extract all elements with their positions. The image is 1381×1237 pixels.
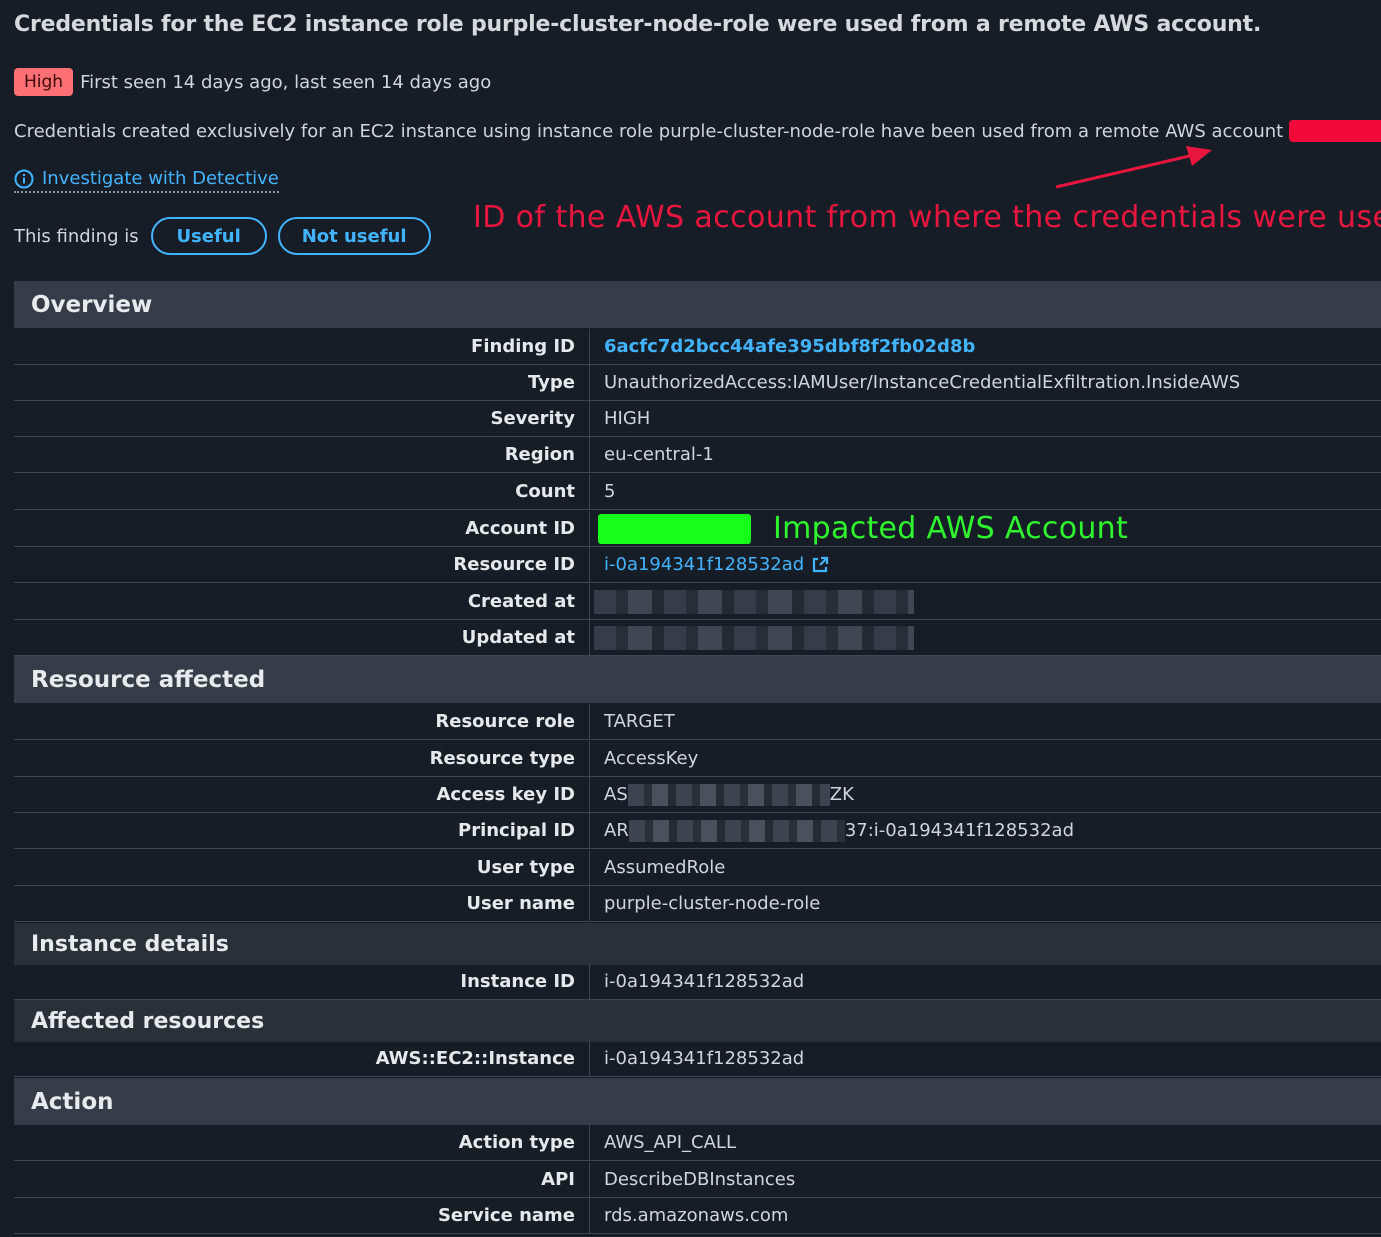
row-key: Instance ID — [14, 964, 590, 999]
severity-row: High First seen 14 days ago, last seen 1… — [14, 68, 491, 96]
principal-id-prefix: AR — [604, 820, 629, 841]
severity-badge: High — [14, 68, 74, 96]
resource-affected-heading-text: Resource affected — [31, 666, 266, 693]
row-key: Finding ID — [14, 329, 590, 364]
redacted-principal-id — [628, 819, 845, 842]
instance-details-heading: Instance details — [14, 923, 1381, 965]
row-key: Service name — [14, 1198, 590, 1233]
overview-row-region: Region eu-central-1 — [14, 437, 1381, 473]
access-key-suffix: ZK — [829, 784, 854, 805]
seen-text: First seen 14 days ago, last seen 14 day… — [80, 71, 492, 93]
row-key: Updated at — [14, 620, 590, 655]
instance-row-id: Instance ID i-0a194341f128532ad — [14, 964, 1381, 1000]
action-heading: Action — [14, 1078, 1381, 1125]
overview-row-severity: Severity HIGH — [14, 401, 1381, 437]
resource-row-role: Resource role TARGET — [14, 704, 1381, 740]
row-key: Action type — [14, 1125, 590, 1160]
feedback-row: This finding is Useful Not useful — [14, 217, 442, 255]
resource-row-user-type: User type AssumedRole — [14, 850, 1381, 886]
feedback-label: This finding is — [14, 225, 139, 247]
overview-row-account-id: Account ID Impacted AWS Account — [14, 511, 1381, 547]
affected-resources-heading-text: Affected resources — [31, 1008, 265, 1034]
row-value: AssumedRole — [604, 857, 726, 878]
overview-row-type: Type UnauthorizedAccess:IAMUser/Instance… — [14, 365, 1381, 401]
finding-id-link[interactable]: 6acfc7d2bcc44afe395dbf8f2fb02d8b — [590, 336, 975, 357]
row-value — [590, 589, 914, 614]
row-key: Type — [14, 365, 590, 400]
redacted-updated-at — [594, 625, 914, 650]
redacted-remote-account — [1289, 120, 1381, 142]
row-value: AWS_API_CALL — [604, 1132, 736, 1153]
row-value: 5 — [604, 481, 616, 502]
row-key: Principal ID — [14, 813, 590, 848]
overview-row-updated-at: Updated at — [14, 620, 1381, 656]
redacted-access-key — [627, 783, 830, 806]
action-heading-text: Action — [31, 1088, 114, 1115]
row-key: Account ID — [14, 511, 590, 546]
row-key: Resource type — [14, 741, 590, 776]
impacted-account-annotation: Impacted AWS Account — [773, 511, 1129, 546]
row-value: purple-cluster-node-role — [604, 893, 821, 914]
row-value: HIGH — [604, 408, 651, 429]
row-key: Count — [14, 474, 590, 509]
resource-id-link[interactable]: i-0a194341f128532ad — [590, 554, 829, 575]
row-value: i-0a194341f128532ad — [604, 971, 805, 992]
row-key: Region — [14, 437, 590, 472]
row-key: User name — [14, 886, 590, 921]
not-useful-button[interactable]: Not useful — [277, 217, 431, 255]
affected-resources-row: AWS::EC2::Instance i-0a194341f128532ad — [14, 1041, 1381, 1077]
row-key: Resource role — [14, 704, 590, 739]
overview-row-resource-id: Resource ID i-0a194341f128532ad — [14, 547, 1381, 583]
action-row-type: Action type AWS_API_CALL — [14, 1125, 1381, 1161]
redacted-created-at — [594, 589, 914, 614]
row-key: Severity — [14, 401, 590, 436]
overview-row-created-at: Created at — [14, 584, 1381, 620]
principal-id-suffix: 37:i-0a194341f128532ad — [844, 820, 1074, 841]
row-value: AccessKey — [604, 748, 699, 769]
external-link-icon — [813, 556, 829, 572]
row-value: DescribeDBInstances — [604, 1169, 796, 1190]
row-value: eu-central-1 — [604, 444, 714, 465]
annotation-arrow — [1055, 146, 1212, 189]
info-icon — [14, 169, 34, 188]
overview-heading-text: Overview — [31, 291, 153, 318]
action-row-api: API DescribeDBInstances — [14, 1162, 1381, 1198]
row-key: AWS::EC2::Instance — [14, 1041, 590, 1076]
row-key: Resource ID — [14, 547, 590, 582]
investigate-label: Investigate with Detective — [42, 168, 279, 189]
overview-row-count: Count 5 — [14, 474, 1381, 510]
resource-affected-heading: Resource affected — [14, 656, 1381, 703]
row-key: Access key ID — [14, 777, 590, 812]
description-text: Credentials created exclusively for an E… — [14, 120, 1284, 142]
resource-row-principal-id: Principal ID AR 37:i-0a194341f128532ad — [14, 813, 1381, 849]
row-value — [590, 625, 914, 650]
row-value: AS ZK — [590, 783, 854, 806]
affected-resources-heading: Affected resources — [14, 1000, 1381, 1042]
overview-row-finding-id: Finding ID 6acfc7d2bcc44afe395dbf8f2fb02… — [14, 329, 1381, 365]
row-value: TARGET — [604, 711, 675, 732]
row-value: Impacted AWS Account — [590, 511, 1128, 546]
useful-button[interactable]: Useful — [150, 217, 267, 255]
access-key-prefix: AS — [604, 784, 628, 805]
action-row-service: Service name rds.amazonaws.com — [14, 1198, 1381, 1234]
row-value: rds.amazonaws.com — [604, 1205, 789, 1226]
resource-row-access-key: Access key ID AS ZK — [14, 777, 1381, 813]
investigate-with-detective-link[interactable]: Investigate with Detective — [14, 168, 279, 193]
overview-heading: Overview — [14, 281, 1381, 328]
row-key: User type — [14, 850, 590, 885]
finding-title: Credentials for the EC2 instance role pu… — [14, 12, 1262, 37]
finding-description: Credentials created exclusively for an E… — [14, 120, 1381, 142]
row-value: UnauthorizedAccess:IAMUser/InstanceCrede… — [604, 372, 1241, 393]
redacted-account-id — [598, 513, 751, 544]
row-value: AR 37:i-0a194341f128532ad — [590, 819, 1074, 842]
row-value: i-0a194341f128532ad — [604, 1048, 805, 1069]
row-key: Created at — [14, 584, 590, 619]
instance-details-heading-text: Instance details — [31, 931, 229, 957]
remote-account-annotation: ID of the AWS account from where the cre… — [473, 200, 1381, 235]
row-key: API — [14, 1162, 590, 1197]
resource-row-user-name: User name purple-cluster-node-role — [14, 886, 1381, 922]
resource-row-type: Resource type AccessKey — [14, 741, 1381, 777]
resource-id-text: i-0a194341f128532ad — [604, 554, 805, 575]
